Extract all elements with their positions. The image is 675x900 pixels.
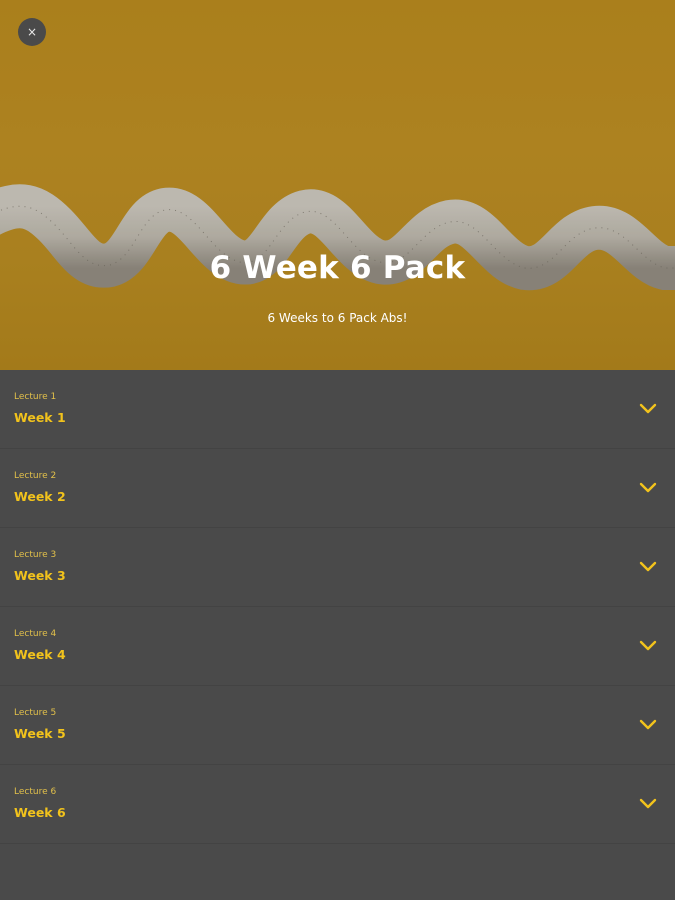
course-title: 6 Week 6 Pack	[209, 250, 466, 286]
lecture-row-3[interactable]: Lecture 3 Week 3	[0, 528, 675, 607]
lecture-label: Lecture 3	[14, 550, 57, 560]
lecture-row-2[interactable]: Lecture 2 Week 2	[0, 449, 675, 528]
close-button[interactable]: ×	[18, 18, 46, 46]
lecture-label: Lecture 1	[14, 392, 57, 402]
chevron-down-icon[interactable]	[639, 403, 657, 415]
lecture-row-6[interactable]: Lecture 6 Week 6	[0, 765, 675, 844]
chevron-down-icon[interactable]	[639, 482, 657, 494]
lecture-label: Lecture 2	[14, 471, 57, 481]
lecture-label: Lecture 4	[14, 629, 57, 639]
course-subtitle: 6 Weeks to 6 Pack Abs!	[267, 311, 408, 325]
lecture-title: Week 2	[14, 489, 66, 504]
lecture-label: Lecture 6	[14, 787, 57, 797]
close-icon: ×	[26, 25, 38, 39]
course-header: × 6 Week 6 Pack 6 Weeks to 6 Pack Abs!	[0, 0, 675, 370]
lecture-row-4[interactable]: Lecture 4 Week 4	[0, 607, 675, 686]
lecture-list: Lecture 1 Week 1 Lecture 2 Week 2 Lectur…	[0, 370, 675, 844]
lecture-row-1[interactable]: Lecture 1 Week 1	[0, 370, 675, 449]
lecture-title: Week 4	[14, 647, 66, 662]
lecture-title: Week 3	[14, 568, 66, 583]
chevron-down-icon[interactable]	[639, 798, 657, 810]
lecture-title: Week 6	[14, 805, 66, 820]
chevron-down-icon[interactable]	[639, 561, 657, 573]
lecture-label: Lecture 5	[14, 708, 57, 718]
lecture-row-5[interactable]: Lecture 5 Week 5	[0, 686, 675, 765]
lecture-title: Week 5	[14, 726, 66, 741]
lecture-title: Week 1	[14, 410, 66, 425]
chevron-down-icon[interactable]	[639, 640, 657, 652]
chevron-down-icon[interactable]	[639, 719, 657, 731]
